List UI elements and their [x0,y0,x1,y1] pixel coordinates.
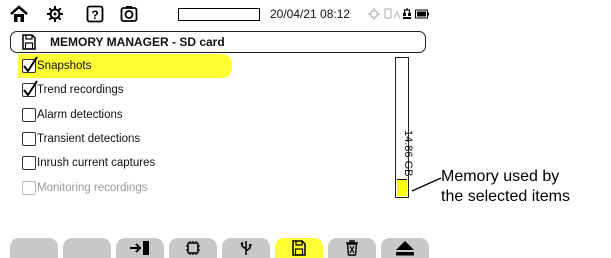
callout-line-2: the selected items [441,188,570,205]
callout-annotation: Memory used by the selected items [441,167,570,207]
callout-line-1: Memory used by [441,168,560,185]
callout-line [411,177,442,192]
